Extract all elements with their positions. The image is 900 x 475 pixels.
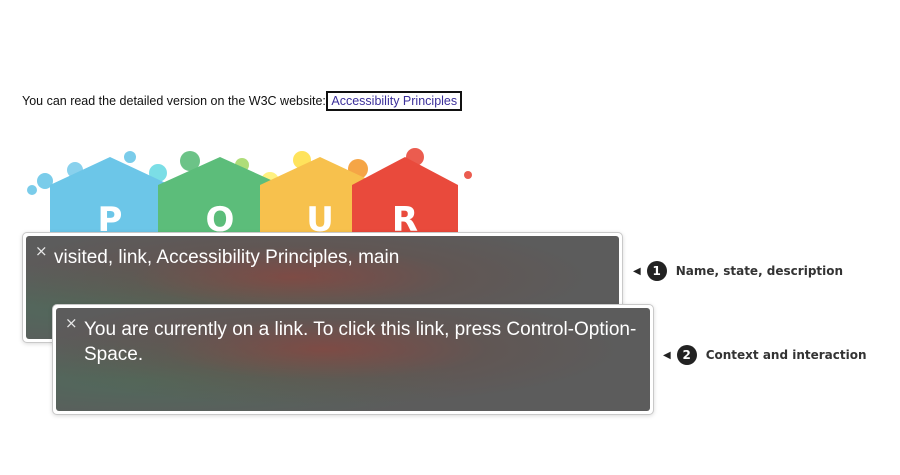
voiceover-announcement: visited, link, Accessibility Principles,…	[54, 247, 400, 268]
intro-text: You can read the detailed version on the…	[22, 94, 326, 108]
pour-logo-graphic: P O U R	[27, 148, 472, 235]
close-icon[interactable]: ×	[65, 316, 78, 331]
callout-2: ◀ 2 Context and interaction	[663, 345, 867, 365]
callout-label: Name, state, description	[675, 264, 844, 278]
intro-paragraph: You can read the detailed version on the…	[22, 91, 463, 111]
callout-label: Context and interaction	[705, 348, 867, 362]
logo-letter-o: O	[206, 200, 235, 235]
callout-number-badge: 2	[676, 345, 697, 365]
hint-panel-body: × You are currently on a link. To click …	[56, 308, 650, 411]
accessibility-principles-link[interactable]: Accessibility Principles	[326, 91, 463, 111]
close-icon[interactable]: ×	[35, 244, 48, 259]
callout-number-badge: 1	[646, 261, 667, 281]
callout-1: ◀ 1 Name, state, description	[633, 261, 843, 281]
left-arrow-icon: ◀	[663, 349, 671, 361]
pour-logo: P O U R	[20, 145, 490, 235]
voiceover-hint-panel: × You are currently on a link. To click …	[52, 304, 654, 415]
logo-letter-p: P	[98, 200, 123, 235]
logo-letter-r: R	[392, 200, 418, 235]
logo-letter-u: U	[306, 200, 334, 235]
voiceover-hint: You are currently on a link. To click th…	[84, 319, 637, 365]
left-arrow-icon: ◀	[633, 265, 641, 277]
